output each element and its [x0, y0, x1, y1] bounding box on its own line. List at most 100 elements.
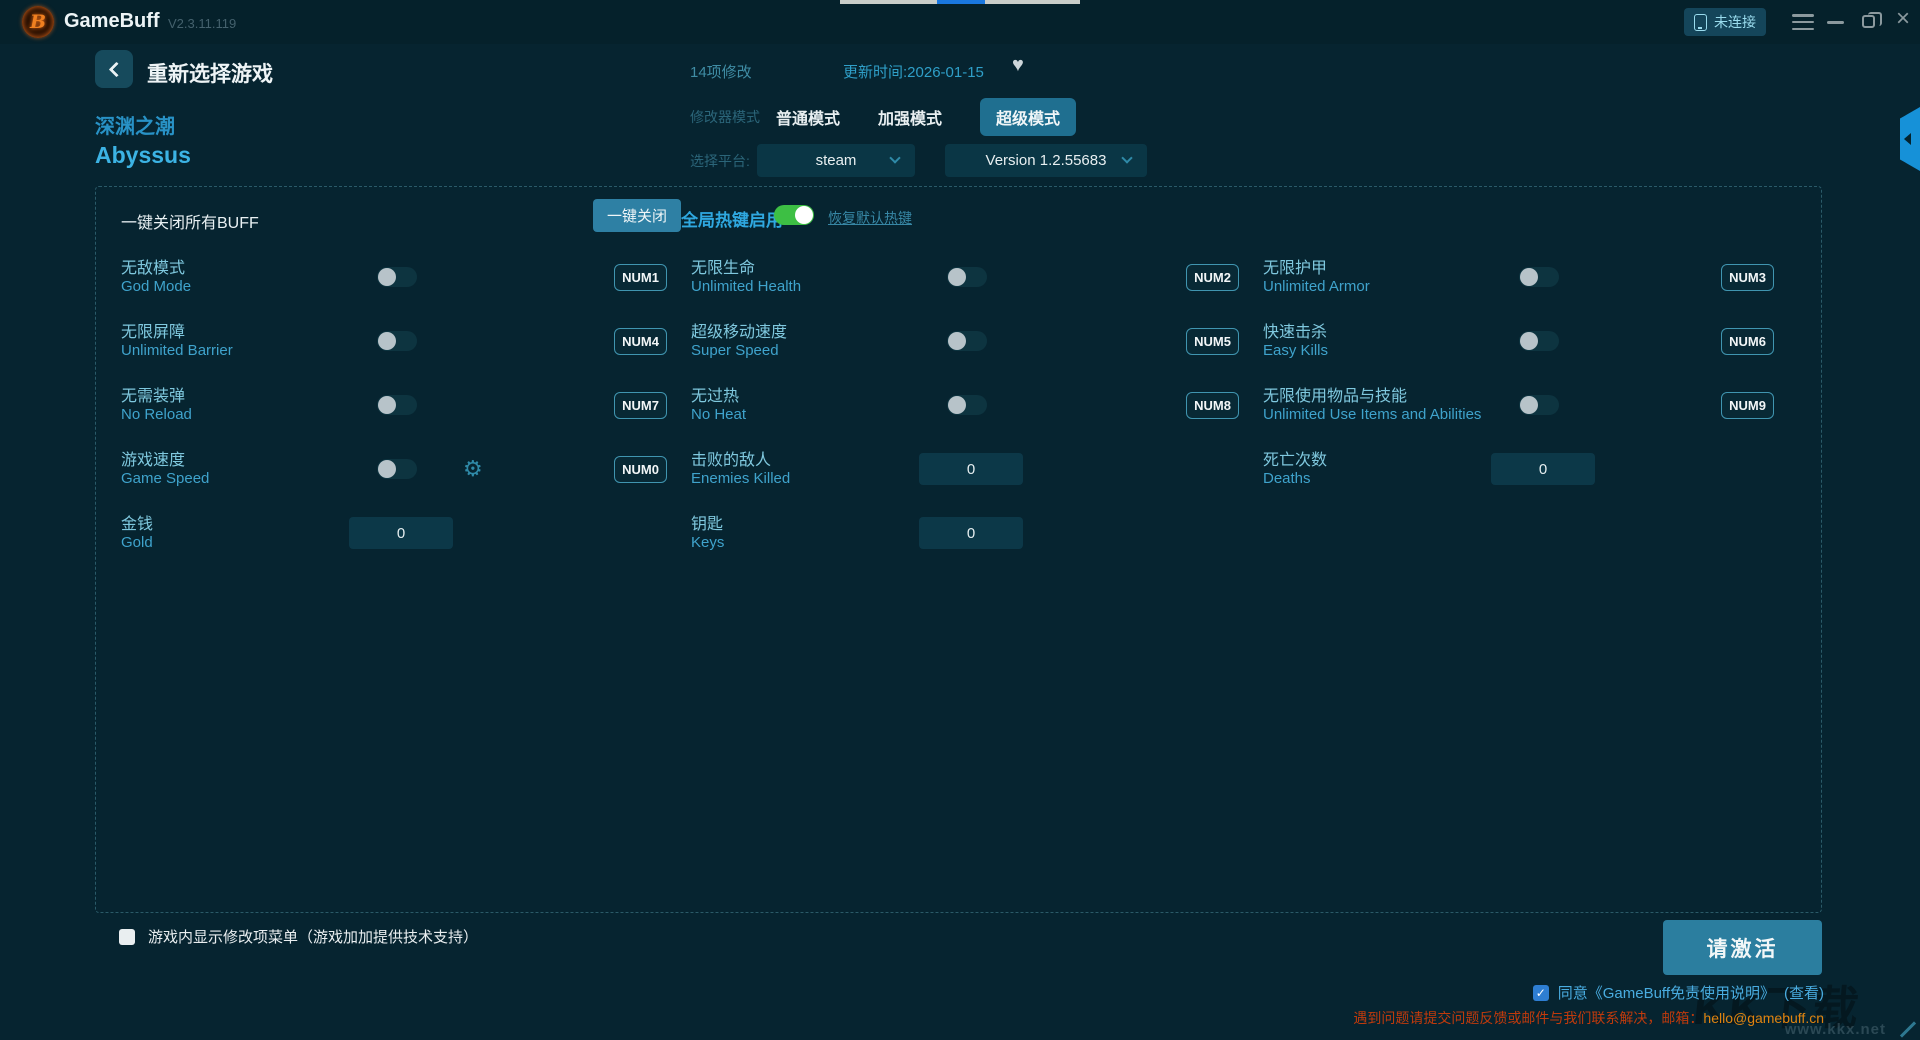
global-hotkey-label: 全局热键启用: [681, 211, 783, 230]
cheat-labels: 无限生命 Unlimited Health: [691, 259, 919, 296]
cheat-name-en: Unlimited Use Items and Abilities: [1263, 405, 1482, 423]
cheat-row: 游戏速度 Game Speed NUM0: [121, 437, 691, 501]
update-time: 更新时间:2026-01-15: [843, 64, 984, 81]
cheat-name-en: Keys: [691, 533, 725, 551]
cheat-name-cn: 无限使用物品与技能: [1263, 387, 1408, 405]
ingame-menu-checkbox[interactable]: [119, 928, 135, 945]
agree-checkbox[interactable]: [1532, 984, 1549, 1001]
app-title: GameBuff: [64, 10, 160, 32]
platform-dropdown[interactable]: steam: [757, 144, 915, 177]
cheat-name-cn: 无敌模式: [121, 259, 186, 277]
ingame-menu-label: 游戏内显示修改项菜单（游戏加加提供技术支持）: [148, 929, 479, 946]
cheat-control: [1491, 267, 1559, 287]
close-all-label: 一键关闭所有BUFF: [121, 215, 259, 232]
cheat-row: 超级移动速度 Super Speed NUM5: [691, 309, 1263, 373]
cheat-grid: 无敌模式 God Mode NUM1 无限生命 Unlimited Health…: [121, 245, 1798, 565]
cheat-toggle[interactable]: [377, 459, 417, 479]
restore-hotkeys-link[interactable]: 恢复默认热键: [828, 208, 912, 228]
trainer-mode-label: 修改器模式: [690, 109, 760, 125]
support-email-link[interactable]: hello@gamebuff.cn: [1703, 1010, 1824, 1026]
cheat-row: 无限护甲 Unlimited Armor NUM3: [1263, 245, 1798, 309]
hotkey-badge[interactable]: NUM5: [1186, 327, 1239, 355]
cheat-name-cn: 死亡次数: [1263, 451, 1328, 469]
gear-icon[interactable]: [463, 457, 483, 482]
chevron-down-icon: [889, 152, 901, 164]
app-window: GameBuff V2.3.11.119 未连接 重新选择游戏 14项修改 更新…: [0, 0, 1920, 1040]
cheat-name-en: Deaths: [1263, 469, 1311, 487]
cheat-name-en: Easy Kills: [1263, 341, 1329, 359]
cheat-row: 无需装弹 No Reload NUM7: [121, 373, 691, 437]
cheat-name-cn: 无过热: [691, 387, 740, 405]
close-all-button[interactable]: 一键关闭: [593, 199, 682, 232]
cheat-name-en: God Mode: [121, 277, 192, 295]
version-dropdown[interactable]: Version 1.2.55683: [945, 144, 1147, 177]
platform-value: steam: [815, 152, 857, 169]
mode-option-normal[interactable]: 普通模式: [776, 105, 840, 129]
cheat-name-cn: 无限屏障: [121, 323, 186, 341]
cheat-toggle[interactable]: [947, 267, 987, 287]
game-title-en: Abyssus: [95, 142, 191, 168]
cheat-name-en: No Reload: [121, 405, 192, 423]
hotkey-badge[interactable]: NUM8: [1186, 391, 1239, 419]
cheat-value-input[interactable]: [349, 517, 453, 549]
trainer-mode-row: 修改器模式 普通模式 加强模式 超级模式: [690, 98, 1077, 136]
cheat-name-cn: 金钱: [121, 515, 154, 533]
cheat-name-en: No Heat: [691, 405, 747, 423]
menu-icon[interactable]: [1792, 14, 1814, 30]
cheat-name-en: Game Speed: [121, 469, 210, 487]
cheat-labels: 无限使用物品与技能 Unlimited Use Items and Abilit…: [1263, 387, 1491, 424]
hotkey-badge[interactable]: NUM9: [1721, 391, 1774, 419]
hotkey-badge[interactable]: NUM0: [614, 455, 667, 483]
cheat-control: [349, 395, 417, 415]
cheat-name-en: Unlimited Health: [691, 277, 802, 295]
page-title: 重新选择游戏: [147, 63, 273, 86]
favorite-heart-icon[interactable]: [1012, 54, 1024, 77]
cheat-toggle[interactable]: [1519, 267, 1559, 287]
hotkey-badge[interactable]: NUM6: [1721, 327, 1774, 355]
cheat-toggle[interactable]: [947, 395, 987, 415]
cheat-value-input[interactable]: [1491, 453, 1595, 485]
cheat-row: 击败的敌人 Enemies Killed: [691, 437, 1263, 501]
close-icon[interactable]: [1896, 7, 1910, 31]
minimize-icon[interactable]: [1827, 21, 1844, 24]
cheat-labels: 击败的敌人 Enemies Killed: [691, 451, 919, 488]
agree-text: 同意《GameBuff免责使用说明》: [1557, 985, 1775, 1002]
activate-button[interactable]: 请激活: [1663, 920, 1822, 975]
cheat-toggle[interactable]: [1519, 331, 1559, 351]
cheat-row: 无敌模式 God Mode NUM1: [121, 245, 691, 309]
mode-option-super[interactable]: 超级模式: [980, 98, 1077, 136]
cheat-control: [919, 267, 987, 287]
cheat-name-en: Unlimited Barrier: [121, 341, 233, 359]
cheat-row: 无限生命 Unlimited Health NUM2: [691, 245, 1263, 309]
cheat-control: [349, 267, 417, 287]
cheat-control: [349, 457, 483, 482]
hotkey-badge[interactable]: NUM2: [1186, 263, 1239, 291]
hotkey-badge[interactable]: NUM1: [614, 263, 667, 291]
mode-option-enhanced[interactable]: 加强模式: [878, 105, 942, 129]
maximize-icon[interactable]: [1862, 12, 1882, 28]
cheat-toggle[interactable]: [1519, 395, 1559, 415]
back-button[interactable]: [95, 50, 133, 88]
cheat-labels: 无限护甲 Unlimited Armor: [1263, 259, 1491, 296]
top-drag-indicator: [840, 0, 1080, 4]
side-panel-tab[interactable]: [1900, 107, 1920, 171]
cheat-control: [919, 453, 1023, 485]
cheat-toggle[interactable]: [377, 395, 417, 415]
cheat-toggle[interactable]: [377, 267, 417, 287]
back-chevron-icon: [108, 61, 124, 77]
cheat-control: [919, 331, 987, 351]
connection-status-button[interactable]: 未连接: [1684, 8, 1766, 36]
cheat-value-input[interactable]: [919, 453, 1023, 485]
cheat-labels: 钥匙 Keys: [691, 515, 919, 552]
hotkey-badge[interactable]: NUM7: [614, 391, 667, 419]
cheat-toggle[interactable]: [947, 331, 987, 351]
hotkey-badge[interactable]: NUM4: [614, 327, 667, 355]
cheat-value-input[interactable]: [919, 517, 1023, 549]
cheat-toggle[interactable]: [377, 331, 417, 351]
global-hotkey-toggle[interactable]: [774, 205, 814, 225]
cheat-name-en: Super Speed: [691, 341, 779, 359]
cheat-name-cn: 快速击杀: [1263, 323, 1328, 341]
view-disclaimer-link[interactable]: (查看): [1784, 982, 1824, 1003]
cheat-name-en: Unlimited Armor: [1263, 277, 1370, 295]
hotkey-badge[interactable]: NUM3: [1721, 263, 1774, 291]
